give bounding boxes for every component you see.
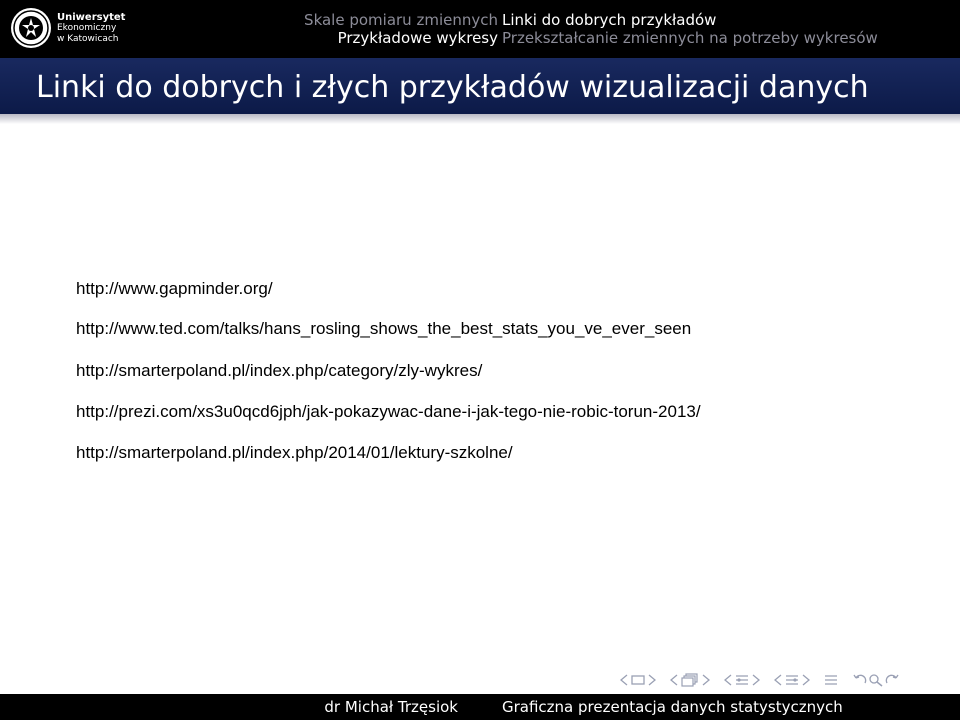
prev-subsection-arrow-icon[interactable] [724, 670, 732, 690]
frame-title: Linki do dobrych i złych przykładów wizu… [36, 70, 869, 105]
university-seal-icon [11, 8, 51, 48]
next-frame-arrow-icon[interactable] [702, 670, 710, 690]
align-icon[interactable] [824, 670, 838, 690]
link-prezi[interactable]: http://prezi.com/xs3u0qcd6jph/jak-pokazy… [76, 401, 701, 423]
logo-wordmark: Uniwersytet Ekonomiczny w Katowicach [57, 12, 125, 45]
navigation-symbols [620, 668, 952, 692]
logo-line: Uniwersytet [57, 11, 126, 23]
nav-section-example-charts[interactable]: Przykładowe wykresy [240, 29, 498, 47]
top-navigation-bar: Uniwersytet Ekonomiczny w Katowicach Ska… [0, 0, 960, 58]
link-ted-talk[interactable]: http://www.ted.com/talks/hans_rosling_sh… [76, 318, 691, 340]
section-icon[interactable] [785, 670, 799, 690]
slide: Uniwersytet Ekonomiczny w Katowicach Ska… [0, 0, 960, 720]
slide-icon[interactable] [631, 670, 645, 690]
logo-line: Ekonomiczny [57, 22, 117, 33]
next-section-arrow-icon[interactable] [802, 670, 810, 690]
prev-frame-arrow-icon[interactable] [670, 670, 678, 690]
back-icon[interactable] [852, 670, 868, 690]
subsection-icon[interactable] [735, 670, 749, 690]
footer-bar: dr Michał Trzęsiok Graficzna prezentacja… [0, 694, 960, 720]
search-icon[interactable] [868, 670, 884, 690]
frame-title-shadow [0, 114, 960, 124]
link-gapminder[interactable]: http://www.gapminder.org/ [76, 278, 273, 300]
forward-icon[interactable] [884, 670, 900, 690]
logo-line: w Katowicach [57, 33, 119, 44]
nav-subsection-transforming-variables[interactable]: Przekształcanie zmiennych na potrzeby wy… [502, 29, 878, 47]
nav-section-scales[interactable]: Skale pomiaru zmiennych [240, 11, 498, 29]
footer-author: dr Michał Trzęsiok [324, 698, 458, 716]
next-slide-arrow-icon[interactable] [648, 670, 656, 690]
prev-slide-arrow-icon[interactable] [620, 670, 628, 690]
link-smarterpoland-school-readings[interactable]: http://smarterpoland.pl/index.php/2014/0… [76, 442, 513, 464]
university-logo: Uniwersytet Ekonomiczny w Katowicach [10, 4, 125, 52]
footer-presentation-title: Graficzna prezentacja danych statystyczn… [502, 698, 843, 716]
prev-section-arrow-icon[interactable] [774, 670, 782, 690]
frame-icon[interactable] [681, 670, 699, 690]
next-subsection-arrow-icon[interactable] [752, 670, 760, 690]
link-smarterpoland-bad-charts[interactable]: http://smarterpoland.pl/index.php/catego… [76, 360, 482, 382]
nav-subsection-good-examples[interactable]: Linki do dobrych przykładów [502, 11, 716, 29]
